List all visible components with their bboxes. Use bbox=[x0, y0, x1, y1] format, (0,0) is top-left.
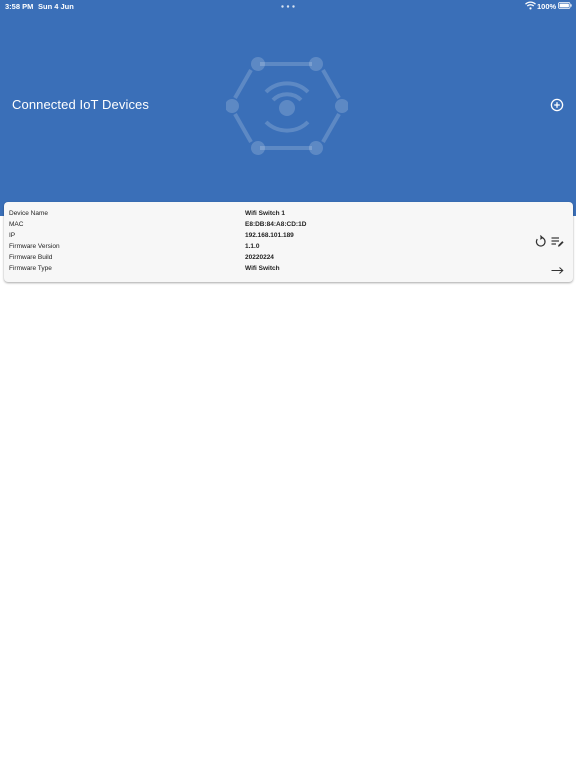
mac-value: E8:DB:84:A8:CD:1D bbox=[245, 221, 307, 228]
add-circle-icon[interactable] bbox=[550, 98, 564, 112]
device-name-label: Device Name bbox=[9, 210, 49, 217]
device-card[interactable]: Device Name Wifi Switch 1 MAC E8:DB:84:A… bbox=[4, 202, 573, 282]
status-bar: 3:58 PM Sun 4 Jun 100% bbox=[0, 0, 576, 13]
device-row: Firmware Build 20220224 bbox=[4, 254, 424, 265]
status-time: 3:58 PM bbox=[5, 2, 34, 11]
screen: 3:58 PM Sun 4 Jun 100% Connected IoT Dev… bbox=[0, 0, 576, 768]
status-date: Sun 4 Jun bbox=[38, 2, 74, 11]
iot-hub-icon bbox=[226, 57, 348, 155]
battery-icon bbox=[558, 2, 572, 9]
device-row: Firmware Type Wifi Switch bbox=[4, 265, 424, 276]
edit-list-icon[interactable] bbox=[551, 236, 564, 248]
device-name-value: Wifi Switch 1 bbox=[245, 210, 286, 217]
firmware-build-value: 20220224 bbox=[245, 254, 274, 261]
ip-label: IP bbox=[9, 232, 16, 239]
device-row: Firmware Version 1.1.0 bbox=[4, 243, 424, 254]
wifi-icon bbox=[525, 1, 536, 10]
arrow-right-icon[interactable] bbox=[551, 266, 564, 275]
page-title: Connected IoT Devices bbox=[12, 97, 149, 112]
firmware-version-value: 1.1.0 bbox=[245, 243, 260, 250]
device-row: Device Name Wifi Switch 1 bbox=[4, 210, 424, 221]
firmware-version-label: Firmware Version bbox=[9, 243, 60, 250]
ip-value: 192.168.101.189 bbox=[245, 232, 294, 239]
multitasking-dots-icon[interactable] bbox=[281, 5, 295, 8]
firmware-type-value: Wifi Switch bbox=[245, 265, 280, 272]
mac-label: MAC bbox=[9, 221, 24, 228]
firmware-build-label: Firmware Build bbox=[9, 254, 53, 261]
firmware-type-label: Firmware Type bbox=[9, 265, 52, 272]
device-row: IP 192.168.101.189 bbox=[4, 232, 424, 243]
restart-icon[interactable] bbox=[534, 235, 547, 248]
header: 3:58 PM Sun 4 Jun 100% Connected IoT Dev… bbox=[0, 0, 576, 216]
device-row: MAC E8:DB:84:A8:CD:1D bbox=[4, 221, 424, 232]
battery-percentage: 100% bbox=[537, 2, 557, 11]
